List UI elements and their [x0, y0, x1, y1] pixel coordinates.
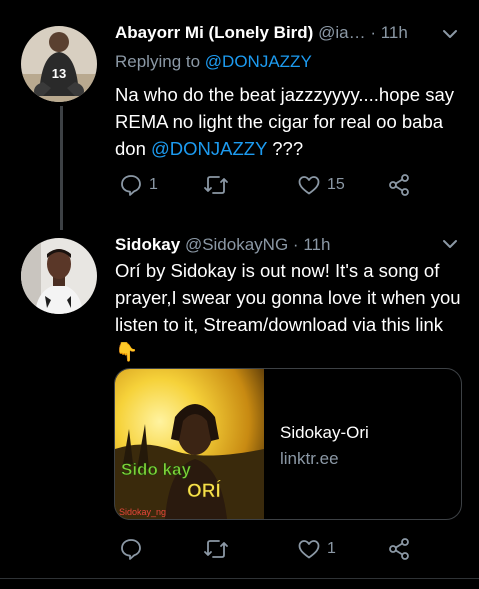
author-handle[interactable]: @SidokayNG [185, 235, 288, 254]
tweet-1-actions: 1 15 [115, 173, 445, 199]
retweet-button[interactable] [203, 537, 229, 561]
chevron-down-icon[interactable] [441, 25, 459, 43]
tweet-2-header: Sidokay @SidokayNG · 11h [115, 234, 330, 256]
avatar-sidokay-image [21, 238, 97, 314]
like-button[interactable]: 1 [297, 537, 336, 561]
replying-to-user[interactable]: @DONJAZZY [205, 52, 312, 71]
like-icon [298, 176, 320, 195]
avatar-abayorr-image: 13 [21, 26, 97, 102]
tweet-2-actions: 1 [115, 537, 445, 563]
separator-dot: · [292, 235, 299, 254]
retweet-button[interactable] [203, 173, 229, 197]
tweet-1-text: Na who do the beat jazzzyyyy....hope say… [115, 81, 465, 162]
like-count: 15 [327, 176, 345, 193]
reply-icon [121, 175, 141, 196]
tweet-text-end: ??? [267, 138, 304, 159]
tweet-1[interactable]: 13 Abayorr Mi (Lonely Bird) @ia… · 11h R… [0, 0, 479, 230]
tweet-2-text: Orí by Sidokay is out now! It's a song o… [115, 257, 465, 365]
avatar-sidokay[interactable] [21, 238, 97, 314]
retweet-icon [204, 176, 228, 194]
chevron-down-icon[interactable] [441, 235, 459, 253]
art-title: Sido kay [121, 460, 191, 479]
jersey-number: 13 [52, 66, 66, 81]
share-button[interactable] [387, 537, 411, 561]
card-title: Sidokay-Ori [280, 423, 369, 442]
author-name[interactable]: Abayorr Mi (Lonely Bird) [115, 23, 313, 42]
replying-to: Replying to @DONJAZZY [115, 51, 312, 73]
card-domain: linktr.ee [280, 449, 339, 468]
reply-button[interactable] [119, 537, 143, 561]
link-card[interactable]: Sido kay ORÍ Sidokay_ng Sidokay-Ori link… [114, 368, 462, 520]
tweet-divider [0, 578, 479, 579]
author-name[interactable]: Sidokay [115, 235, 180, 254]
avatar-abayorr[interactable]: 13 [21, 26, 97, 102]
album-art: Sido kay ORÍ Sidokay_ng [115, 369, 264, 519]
tweet-2[interactable]: Sidokay @SidokayNG · 11h Orí by Sidokay … [0, 230, 479, 578]
share-icon [389, 538, 409, 560]
card-thumbnail: Sido kay ORÍ Sidokay_ng [115, 369, 264, 519]
separator-dot: · [370, 23, 376, 42]
like-icon [298, 540, 320, 559]
replying-to-label: Replying to [115, 52, 201, 71]
thread-connector-line [60, 106, 63, 230]
pointing-down-emoji: 👇 [115, 341, 139, 362]
reply-count: 1 [149, 176, 158, 193]
share-icon [389, 174, 409, 196]
reply-button[interactable]: 1 [119, 173, 158, 197]
reply-icon [121, 539, 141, 560]
like-button[interactable]: 15 [297, 173, 345, 197]
art-subtitle: ORÍ [187, 480, 222, 502]
art-handle: Sidokay_ng [119, 507, 166, 517]
tweet-text: Orí by Sidokay is out now! It's a song o… [115, 260, 461, 335]
mention-link[interactable]: @DONJAZZY [151, 138, 267, 159]
tweet-1-header: Abayorr Mi (Lonely Bird) @ia… · 11h [115, 22, 408, 44]
tweet-time[interactable]: 11h [381, 23, 408, 42]
retweet-icon [204, 540, 228, 558]
tweet-time[interactable]: 11h [303, 235, 330, 254]
author-handle[interactable]: @ia… [318, 23, 366, 42]
share-button[interactable] [387, 173, 411, 197]
like-count: 1 [327, 540, 336, 557]
